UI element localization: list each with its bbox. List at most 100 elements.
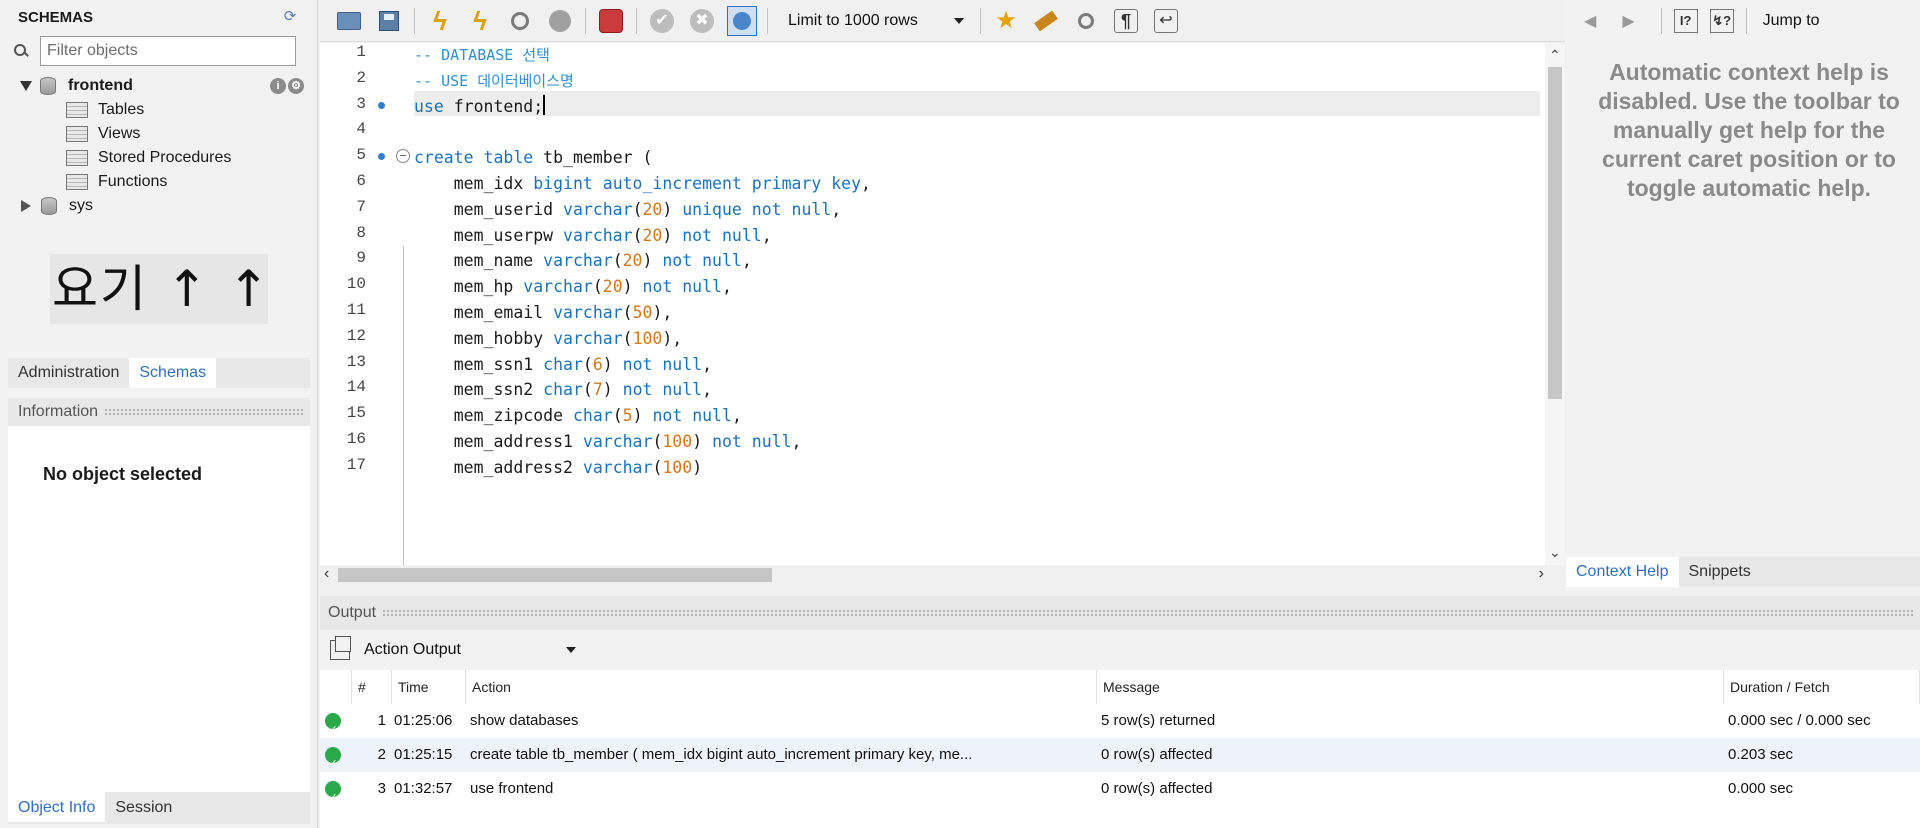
navigator-tabs: Administration Schemas: [8, 358, 310, 388]
sql-text: ): [642, 251, 663, 271]
sql-editor[interactable]: 1 2 3 4 5 6 7 8 9 10 11 12 13 14 15 16 17 -- DATABASE 선택…: [320, 43, 1565, 565]
tab-session[interactable]: Session: [105, 792, 182, 822]
copy-icon[interactable]: [330, 636, 351, 660]
explain-icon[interactable]: [505, 6, 535, 36]
fold-toggle-icon[interactable]: [396, 149, 410, 164]
sql-number: 20: [602, 277, 623, 297]
commit-icon[interactable]: ✔: [647, 6, 677, 36]
line-number: 13: [346, 352, 366, 371]
table-row[interactable]: ✓ 1 01:25:06 show databases 5 row(s) ret…: [320, 704, 1920, 738]
forward-arrow-icon[interactable]: ▶: [1622, 11, 1634, 31]
tree-item-label[interactable]: Tables: [98, 101, 144, 119]
schema-name[interactable]: sys: [69, 197, 93, 215]
bookmark-icon[interactable]: ★: [991, 6, 1021, 36]
back-arrow-icon[interactable]: ◀: [1584, 11, 1596, 31]
context-help-tabs: Context Help Snippets: [1566, 557, 1920, 587]
sql-text: ,: [791, 432, 802, 451]
code-line[interactable]: mem_address2 varchar(100): [414, 452, 702, 483]
scrollbar-thumb[interactable]: [338, 568, 772, 582]
table-row[interactable]: ✓ 2 01:25:15 create table tb_member ( me…: [320, 738, 1920, 772]
scroll-right-icon[interactable]: ›: [1539, 565, 1544, 583]
autocommit-icon[interactable]: [727, 5, 757, 36]
col-number[interactable]: #: [352, 670, 392, 704]
col-action[interactable]: Action: [466, 670, 1097, 704]
help-line: manually get help for the: [1612, 117, 1886, 143]
table-row[interactable]: ✓ 3 01:32:57 use frontend 0 row(s) affec…: [320, 772, 1920, 806]
tree-item-label[interactable]: Functions: [98, 173, 167, 191]
tab-schemas[interactable]: Schemas: [129, 358, 217, 388]
output-type-value: Action Output: [364, 641, 461, 658]
execute-icon[interactable]: ϟ: [425, 6, 455, 36]
sql-keyword: char: [572, 406, 613, 426]
toolbar-separator: [636, 7, 637, 34]
tab-context-help[interactable]: Context Help: [1566, 557, 1679, 587]
manual-help-icon[interactable]: I?: [1673, 9, 1698, 33]
scrollbar-thumb[interactable]: [1548, 67, 1562, 399]
stop-icon[interactable]: [545, 6, 575, 36]
limit-rows-select[interactable]: Limit to 1000 rows: [782, 6, 970, 36]
rollback-icon[interactable]: ✖: [687, 6, 717, 36]
wrap-icon[interactable]: ↩: [1151, 6, 1181, 36]
tree-item-views[interactable]: Views: [14, 122, 310, 146]
line-number: 10: [346, 275, 366, 294]
collapse-arrow-icon[interactable]: [21, 200, 31, 212]
save-icon[interactable]: [374, 6, 404, 36]
expand-arrow-icon[interactable]: [20, 81, 32, 91]
schema-item-sys[interactable]: sys: [14, 194, 310, 218]
sql-text: mem_zipcode: [414, 406, 573, 426]
tab-administration[interactable]: Administration: [8, 358, 129, 388]
context-help-text: Automatic context help is disabled. Use …: [1578, 58, 1920, 208]
sql-comment: -- USE 데이터베이스명: [414, 71, 574, 90]
sql-text: mem_userid: [414, 199, 564, 219]
auto-help-icon[interactable]: ↯?: [1709, 9, 1734, 33]
scroll-left-icon[interactable]: ‹: [324, 565, 329, 583]
find-icon[interactable]: [1071, 6, 1101, 36]
tree-item-tables[interactable]: Tables: [14, 98, 310, 122]
execute-current-icon[interactable]: ϟ: [465, 6, 495, 36]
sql-text: (: [612, 251, 623, 271]
horizontal-scrollbar[interactable]: ‹ ›: [320, 565, 1550, 585]
open-folder-icon[interactable]: [334, 6, 364, 36]
sql-number: 7: [592, 380, 603, 400]
toggle-error-icon[interactable]: [596, 6, 626, 36]
toolbar-separator: [767, 7, 768, 34]
sql-text: (: [632, 225, 643, 245]
col-duration[interactable]: Duration / Fetch: [1724, 670, 1920, 704]
sql-text: ): [602, 380, 623, 400]
code-line[interactable]: use frontend;: [414, 91, 546, 122]
output-type-select[interactable]: Action Output: [364, 635, 582, 665]
info-icon[interactable]: i: [270, 78, 286, 94]
filter-objects-input[interactable]: [40, 36, 296, 66]
sql-text: ): [662, 225, 683, 245]
tab-snippets[interactable]: Snippets: [1679, 557, 1761, 587]
code-area[interactable]: -- DATABASE 선택 -- USE 데이터베이스명 use frontend…: [414, 43, 1546, 565]
tree-item-functions[interactable]: Functions: [14, 170, 310, 194]
search-icon: [12, 42, 30, 60]
beautify-icon[interactable]: [1031, 6, 1061, 36]
tab-object-info[interactable]: Object Info: [8, 792, 106, 822]
col-time[interactable]: Time: [392, 670, 466, 704]
line-number: 16: [346, 430, 366, 448]
toolbar-separator: [1660, 8, 1662, 34]
schema-name[interactable]: frontend: [68, 77, 133, 95]
scroll-down-icon[interactable]: ⌄: [1549, 544, 1561, 561]
invisible-chars-icon[interactable]: ¶: [1111, 6, 1141, 36]
refresh-icon[interactable]: ⟳: [281, 8, 299, 26]
scroll-up-icon[interactable]: ⌃: [1549, 47, 1561, 64]
tree-item-label[interactable]: Stored Procedures: [98, 149, 231, 167]
sql-number: 6: [592, 354, 603, 374]
wrench-icon[interactable]: ⚙: [288, 78, 304, 94]
tree-item-label[interactable]: Views: [98, 125, 140, 143]
help-line: current caret position or to: [1602, 146, 1896, 172]
sql-comment: -- DATABASE 선택: [414, 46, 550, 64]
table-folder-icon: [66, 102, 88, 118]
jump-to-select[interactable]: Jump to: [1763, 12, 1820, 30]
schema-item-frontend[interactable]: frontend i ⚙: [14, 74, 310, 98]
sql-keyword: varchar: [523, 277, 593, 297]
tree-item-stored-procedures[interactable]: Stored Procedures: [14, 146, 310, 170]
row-time: 01:25:15: [394, 746, 453, 763]
sql-text: mem_userpw: [414, 225, 564, 245]
toolbar-separator: [414, 7, 415, 34]
vertical-scrollbar[interactable]: ⌃ ⌄: [1545, 43, 1565, 565]
col-message[interactable]: Message: [1097, 670, 1724, 704]
